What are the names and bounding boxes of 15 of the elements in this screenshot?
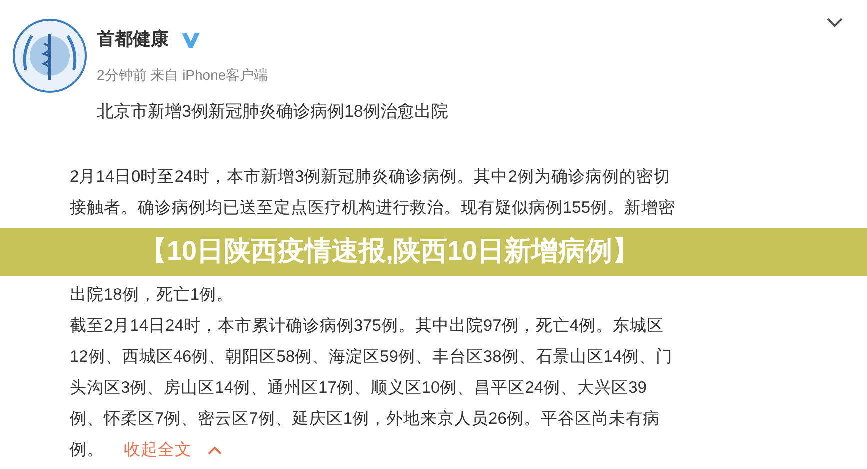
body-text-line: 接触者。确诊病例均已送至定点医疗机构进行救治。现有疑似病例155例。新增密 bbox=[70, 198, 676, 219]
body-text-line: 例。 bbox=[70, 440, 104, 461]
body-text-line: 截至2月14日24时，本市累计确诊病例375例。其中出院97例，死亡4例。东城区 bbox=[70, 316, 664, 337]
chevron-down-icon[interactable] bbox=[827, 18, 843, 28]
body-text-line: 12例、西城区46例、朝阳区58例、海淀区59例、丰台区38例、石景山区14例、门 bbox=[70, 346, 674, 368]
banner-title: 【10日陕西疫情速报,陕西10日新增病例】 bbox=[140, 235, 640, 268]
author-name[interactable]: 首都健康 bbox=[97, 26, 169, 53]
body-text-line: 头沟区3例、房山区14例、通州区17例、顺义区10例、昌平区24例、大兴区39 bbox=[70, 378, 647, 399]
body-text-line: 2月14日0时至24时，本市新增3例新冠肺炎确诊病例。其中2例为确诊病例的密切 bbox=[70, 166, 670, 188]
post-headline: 北京市新增3例新冠肺炎确诊病例18例治愈出院 bbox=[97, 101, 448, 123]
body-text-line: 例、怀柔区7例、密云区7例、延庆区1例，外地来京人员26例。平谷区尚未有病 bbox=[70, 408, 660, 430]
body-text-line: 出院18例，死亡1例。 bbox=[70, 284, 234, 306]
chevron-up-icon bbox=[208, 446, 222, 454]
logo-icon bbox=[12, 18, 88, 94]
post-meta: 2分钟前 来自 iPhone客户端 bbox=[97, 66, 270, 85]
